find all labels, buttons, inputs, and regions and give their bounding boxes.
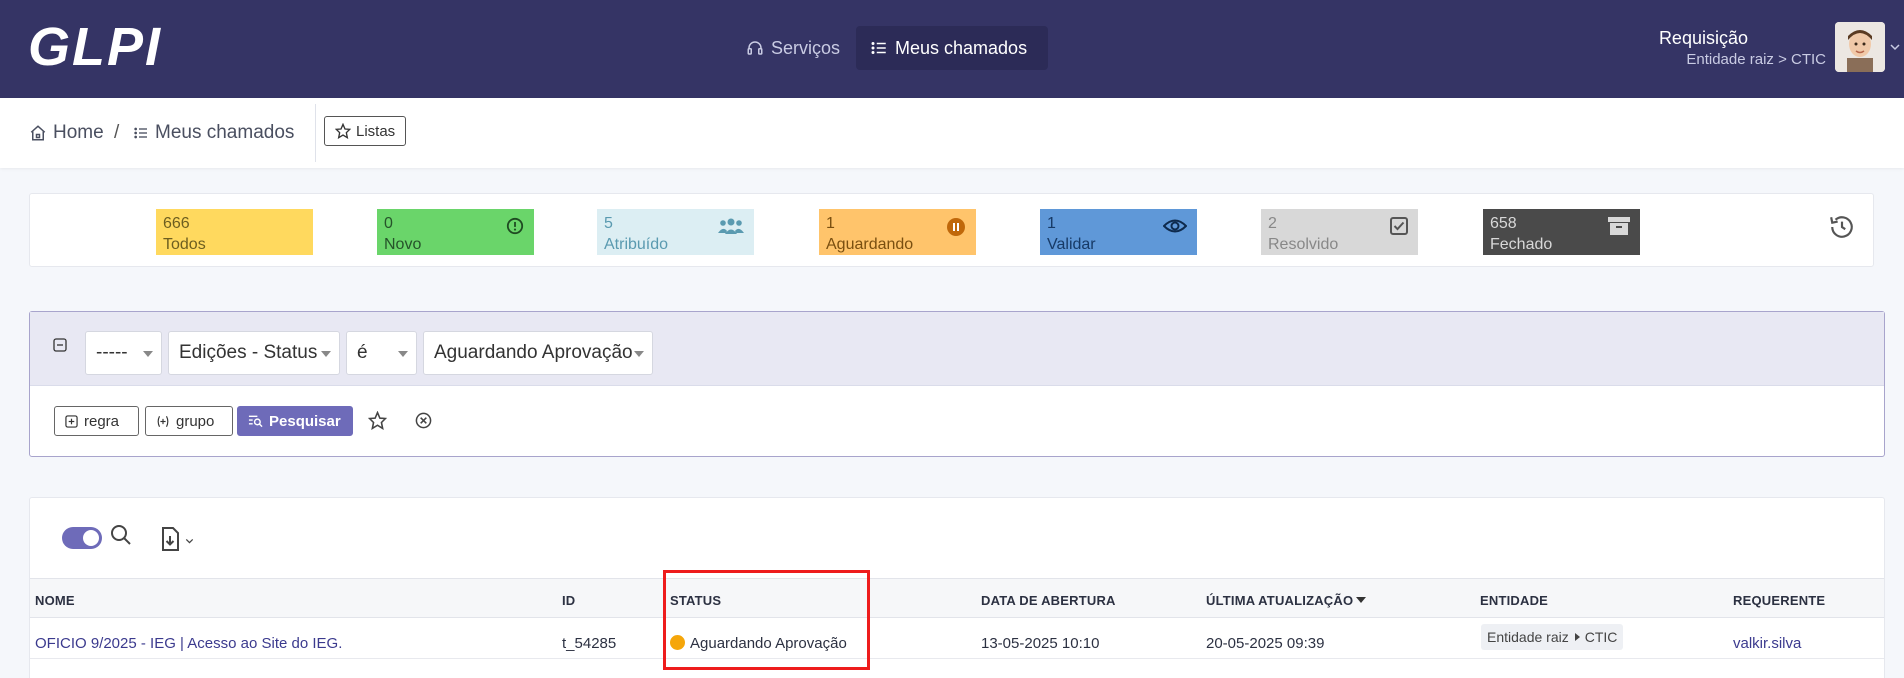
close-circle-icon[interactable] [415,412,432,429]
glpi-logo[interactable]: GLPI [28,20,162,74]
tile-todos[interactable]: 666 Todos [156,209,313,255]
column-updated-label: ÚLTIMA ATUALIZAÇÃO [1206,593,1354,608]
plus-square-icon [65,414,78,428]
caret-right-icon [1574,633,1580,641]
alert-circle-icon [506,217,524,235]
logo-text: GLPI [28,17,163,77]
avatar[interactable] [1835,22,1885,72]
tile-label: Resolvido [1268,236,1339,253]
tile-aguardando[interactable]: 1 Aguardando [819,209,976,255]
archive-icon [1608,217,1630,235]
tile-atribuido[interactable]: 5 Atribuído [597,209,754,255]
ticket-id: t_54285 [562,635,617,652]
status-tiles: 666 Todos 0 Novo 5 Atribuído 1 Aguardand… [29,193,1874,267]
check-square-icon [1390,217,1408,235]
tile-label: Aguardando [826,236,914,253]
nav-my-tickets-label: Meus chamados [895,37,1028,58]
breadcrumb-home[interactable]: Home [29,122,104,144]
criteria-link-select[interactable]: ----- [85,331,162,375]
breadcrumb-current[interactable]: Meus chamados [133,122,294,144]
search-icon[interactable] [109,523,133,547]
search-button-label: Pesquisar [269,412,341,430]
add-group-label: grupo [176,412,215,430]
criteria-value-select[interactable]: Aguardando Aprovação [423,331,653,375]
eye-icon [1163,219,1187,233]
tile-resolvido[interactable]: 2 Resolvido [1261,209,1418,255]
tile-label: Atribuído [604,236,669,253]
search-criteria-panel: ----- Edições - Status é Aguardando Apro… [29,311,1885,457]
tile-validar[interactable]: 1 Validar [1040,209,1197,255]
history-icon[interactable] [1829,214,1855,240]
criteria-link-value: ----- [96,342,128,363]
criteria-value-value: Aguardando Aprovação [434,342,633,363]
export-file-icon[interactable] [160,527,180,551]
breadcrumb-separator: / [114,122,120,143]
breadcrumb-divider [315,104,316,162]
chevron-down-icon[interactable] [1890,42,1900,52]
search-button[interactable]: Pesquisar [237,406,353,436]
column-updated[interactable]: ÚLTIMA ATUALIZAÇÃO [1206,593,1367,608]
collapse-icon[interactable] [53,338,67,352]
nav-services[interactable]: Serviços [732,26,854,70]
ticket-updated-date: 20-05-2025 09:39 [1206,635,1325,652]
status-highlight-box [663,570,870,670]
lists-button[interactable]: Listas [324,116,407,146]
criteria-operator-value: é [357,342,368,363]
list-icon [871,42,886,54]
chevron-down-icon[interactable] [185,537,194,545]
ticket-opened-date: 13-05-2025 10:10 [981,635,1100,652]
star-icon[interactable] [368,411,387,430]
criteria-row: ----- Edições - Status é Aguardando Apro… [30,312,1884,386]
row-divider [30,658,1884,659]
tile-fechado[interactable]: 658 Fechado [1483,209,1640,255]
tile-label: Validar [1047,236,1096,253]
breadcrumb: Home / Meus chamados Listas [0,98,1904,168]
star-icon [335,123,351,139]
headset-icon [747,41,763,55]
pause-circle-icon [947,218,965,236]
add-rule-button[interactable]: regra [54,406,139,436]
sort-desc-icon [1356,597,1367,603]
breadcrumb-current-label: Meus chamados [155,122,295,143]
search-list-icon [248,415,263,428]
tile-label: Novo [384,236,422,253]
breadcrumb-home-label: Home [53,122,104,143]
nav-services-label: Serviços [771,37,841,58]
add-group-button[interactable]: grupo [145,406,233,436]
criteria-field-value: Edições - Status [179,342,318,363]
column-name[interactable]: NOME [35,593,75,608]
home-icon [30,125,46,141]
user-profile-name[interactable]: Requisição [1659,28,1748,49]
nav-my-tickets[interactable]: Meus chamados [856,26,1048,70]
top-header: GLPI Serviços Meus chamados Requisição E… [0,0,1904,98]
tile-count: 666 [163,215,190,232]
tile-novo[interactable]: 0 Novo [377,209,534,255]
criteria-field-select[interactable]: Edições - Status [168,331,340,375]
user-entity[interactable]: Entidade raiz > CTIC [1686,51,1826,68]
users-icon [718,218,744,234]
ticket-entity-badge[interactable]: Entidade raiz CTIC [1481,624,1624,650]
lists-button-label: Listas [356,122,396,140]
column-requester[interactable]: REQUERENTE [1733,593,1825,608]
add-rule-label: regra [84,412,120,430]
results-panel: NOME ID STATUS DATA DE ABERTURA ÚLTIMA A… [29,497,1885,678]
list-icon [134,127,147,139]
table-header: NOME ID STATUS DATA DE ABERTURA ÚLTIMA A… [30,578,1884,618]
column-id[interactable]: ID [562,593,575,608]
column-opened[interactable]: DATA DE ABERTURA [981,593,1116,608]
ticket-requester-link[interactable]: valkir.silva [1733,635,1801,652]
column-entity[interactable]: ENTIDADE [1480,593,1548,608]
entity-child: CTIC [1584,629,1618,645]
group-plus-icon [157,415,169,427]
ticket-name-link[interactable]: OFICIO 9/2025 - IEG | Acesso ao Site do … [35,635,342,652]
tile-label: Fechado [1490,236,1553,253]
search-toggle[interactable] [62,527,102,549]
tile-label: Todos [163,236,206,253]
criteria-operator-select[interactable]: é [346,331,417,375]
entity-root: Entidade raiz [1487,629,1569,645]
